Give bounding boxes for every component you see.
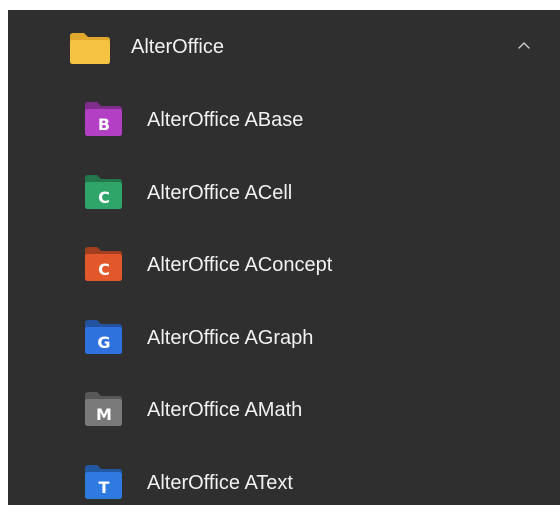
aconcept-app-icon: C: [85, 247, 122, 281]
app-item-agraph[interactable]: G AlterOffice AGraph: [8, 300, 560, 373]
app-item-acell[interactable]: C AlterOffice ACell: [8, 155, 560, 228]
app-item-label: AlterOffice AConcept: [147, 254, 333, 276]
app-item-label: AlterOffice ACell: [147, 181, 293, 204]
app-icon-letter: T: [99, 478, 110, 497]
folder-icon: [70, 33, 110, 64]
app-item-label: AlterOffice AText: [147, 471, 293, 494]
app-icon-letter: G: [97, 333, 110, 352]
app-item-aconcept[interactable]: C AlterOffice AConcept: [8, 227, 560, 300]
start-menu-folder-panel: AlterOffice B AlterOffice ABase C AlterO…: [8, 10, 560, 505]
agraph-app-icon: G: [85, 319, 122, 354]
chevron-up-icon[interactable]: [516, 37, 532, 53]
folder-group-header[interactable]: AlterOffice: [8, 10, 560, 82]
amath-app-icon: M: [85, 392, 122, 426]
app-list: B AlterOffice ABase C AlterOffice ACell …: [8, 82, 560, 505]
app-item-label: AlterOffice AMath: [147, 399, 303, 421]
app-item-abase[interactable]: B AlterOffice ABase: [8, 82, 560, 155]
app-item-atext[interactable]: T AlterOffice AText: [8, 445, 560, 506]
app-item-label: AlterOffice ABase: [147, 109, 304, 131]
acell-app-icon: C: [85, 174, 122, 209]
folder-group-label: AlterOffice: [131, 36, 224, 58]
app-item-label: AlterOffice AGraph: [147, 326, 314, 349]
app-icon-letter: B: [98, 115, 110, 134]
atext-app-icon: T: [85, 464, 122, 499]
app-icon-letter: C: [98, 188, 110, 207]
app-item-amath[interactable]: M AlterOffice AMath: [8, 372, 560, 445]
app-icon-letter: M: [96, 405, 112, 424]
abase-app-icon: B: [85, 102, 122, 136]
app-icon-letter: C: [98, 260, 110, 279]
